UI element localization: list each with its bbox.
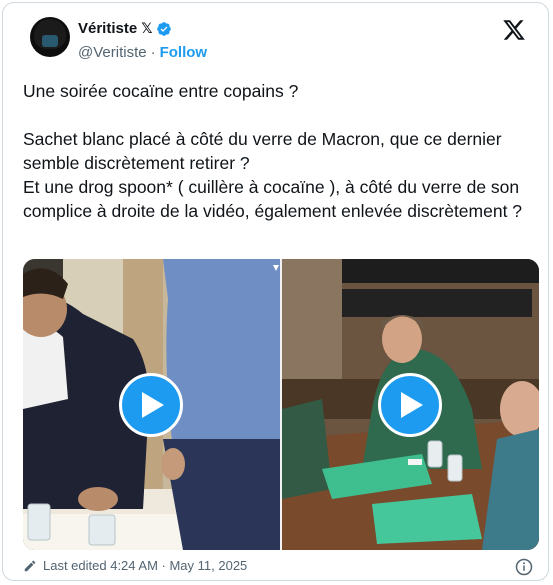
separator-dot: · (150, 44, 156, 61)
video-thumbnail-left[interactable] (23, 259, 280, 550)
author-name-row: Véritiste 𝕏 (78, 20, 172, 37)
play-button-left[interactable] (119, 373, 183, 437)
platform-mark: 𝕏 (141, 20, 153, 36)
info-icon[interactable] (515, 558, 533, 576)
tweet-line-3: Et une drog spoon* ( cuillère à cocaïne … (23, 177, 523, 221)
play-icon (401, 392, 423, 418)
author-handle-row: @Veritiste · Follow (78, 44, 207, 61)
follow-button[interactable]: Follow (160, 44, 208, 61)
media-grid (23, 259, 539, 550)
edited-timestamp[interactable]: Last edited 4:24 AM · May 11, 2025 (43, 558, 247, 573)
tweet-header: Véritiste 𝕏 @Veritiste · Follow (3, 3, 548, 73)
tweet-line-2: Sachet blanc placé à côté du verre de Ma… (23, 129, 502, 173)
play-icon (142, 392, 164, 418)
x-logo-icon[interactable] (502, 18, 526, 42)
pencil-icon (24, 560, 36, 571)
verified-badge-icon (157, 21, 172, 36)
avatar[interactable] (30, 17, 70, 57)
video-thumbnail-right[interactable] (282, 259, 539, 550)
author-name[interactable]: Véritiste (78, 20, 137, 37)
edit-history[interactable]: Last edited 4:24 AM · May 11, 2025 (23, 558, 247, 573)
author-handle[interactable]: @Veritiste (78, 44, 147, 61)
play-button-right[interactable] (378, 373, 442, 437)
tweet-text: Une soirée cocaïne entre copains ? Sache… (23, 79, 528, 223)
tweet-card: Véritiste 𝕏 @Veritiste · Follow Une soir… (2, 2, 549, 581)
tweet-line-1: Une soirée cocaïne entre copains ? (23, 81, 299, 101)
